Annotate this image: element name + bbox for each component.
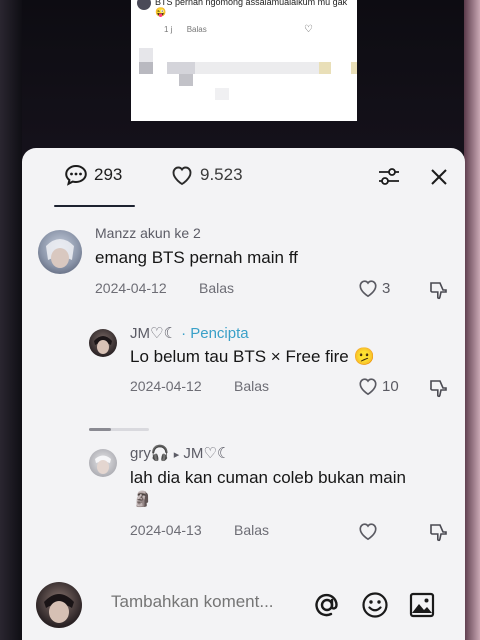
avatar[interactable] [89,329,117,357]
reply-button[interactable]: Balas [234,378,269,394]
pixelated-block [319,62,331,74]
dislike-icon[interactable] [428,280,448,300]
pixelated-block [167,62,195,74]
filter-sliders-icon[interactable] [378,167,400,187]
reply-button[interactable]: Balas [199,280,234,296]
at-mention-icon[interactable] [312,590,342,620]
tab-likes[interactable]: 9.523 [170,164,243,186]
avatar-image [46,239,74,268]
comments-sheet: 293 9.523 Manzz akun ke 2 emang BTS pern… [22,148,465,640]
tab-comments[interactable]: 293 [64,164,122,186]
inner-comment-text: BTS pernah ngomong assalamualaikum mu ga… [155,0,348,17]
comment-input-bar [22,572,465,640]
inner-avatar [137,0,151,10]
pixelated-block [179,74,193,86]
inner-comment-meta: 1 j Balas [164,25,219,34]
like-count: 3 [382,279,391,297]
creator-badge: · Pencipta [181,325,249,342]
avatar-image [44,594,74,623]
reply-arrow-icon: ▸ [173,449,180,461]
avatar-image [94,336,112,354]
username-text: JM♡☾ [130,325,177,342]
like-button[interactable]: 10 [357,376,399,396]
current-user-avatar [36,582,82,628]
heart-icon [359,378,377,396]
dislike-icon[interactable] [428,522,448,542]
pixelated-block [139,48,153,62]
dislike-icon[interactable] [428,378,448,398]
reply-button[interactable]: Balas [234,522,269,538]
avatar[interactable] [89,449,117,477]
comment-text: Lo belum tau BTS × Free fire 🫤 [130,347,375,366]
inner-reply: Balas [186,25,207,34]
heart-icon [359,523,377,541]
inner-heart-icon: ♡ [304,24,313,35]
like-count: 10 [382,377,399,395]
replies-divider-accent [89,428,111,431]
sheet-header: 293 9.523 [22,148,465,210]
pixelated-block [195,62,319,74]
comment-date: 2024-04-13 [130,522,202,538]
pixelated-block [139,62,153,74]
comments-count: 293 [94,165,123,184]
heart-icon [172,166,192,186]
username-text: gry🎧 [130,445,170,462]
close-icon[interactable] [429,167,449,187]
comment-text-emoji: 🗿 [133,491,152,508]
inner-time: 1 j [164,25,173,34]
likes-count: 9.523 [200,165,243,184]
emoji-icon[interactable] [360,590,390,620]
pixelated-block [351,62,357,74]
active-tab-indicator [54,205,135,207]
comment-text: lah dia kan cuman coleb bukan main [130,468,406,487]
heart-icon [359,280,377,298]
video-inner-screenshot: BTS pernah ngomong assalamualaikum mu ga… [131,0,357,121]
video-background-left [0,0,22,640]
like-button[interactable] [357,521,382,541]
comment-bubble-icon [65,164,87,186]
comment-text: emang BTS pernah main ff [95,248,298,267]
avatar-image [95,455,111,474]
comment-input[interactable] [111,592,301,612]
image-icon[interactable] [407,590,437,620]
comment-username[interactable]: JM♡☾ · Pencipta [130,324,249,342]
like-button[interactable]: 3 [357,278,390,298]
comment-date: 2024-04-12 [95,280,167,296]
comment-username[interactable]: Manzz akun ke 2 [95,225,201,241]
pixelated-block [215,88,229,100]
comment-date: 2024-04-12 [130,378,202,394]
comment-username[interactable]: gry🎧 ▸ JM♡☾ [130,444,230,462]
reply-to-username: JM♡☾ [183,445,231,462]
avatar[interactable] [38,230,82,274]
video-background-right [464,0,480,640]
